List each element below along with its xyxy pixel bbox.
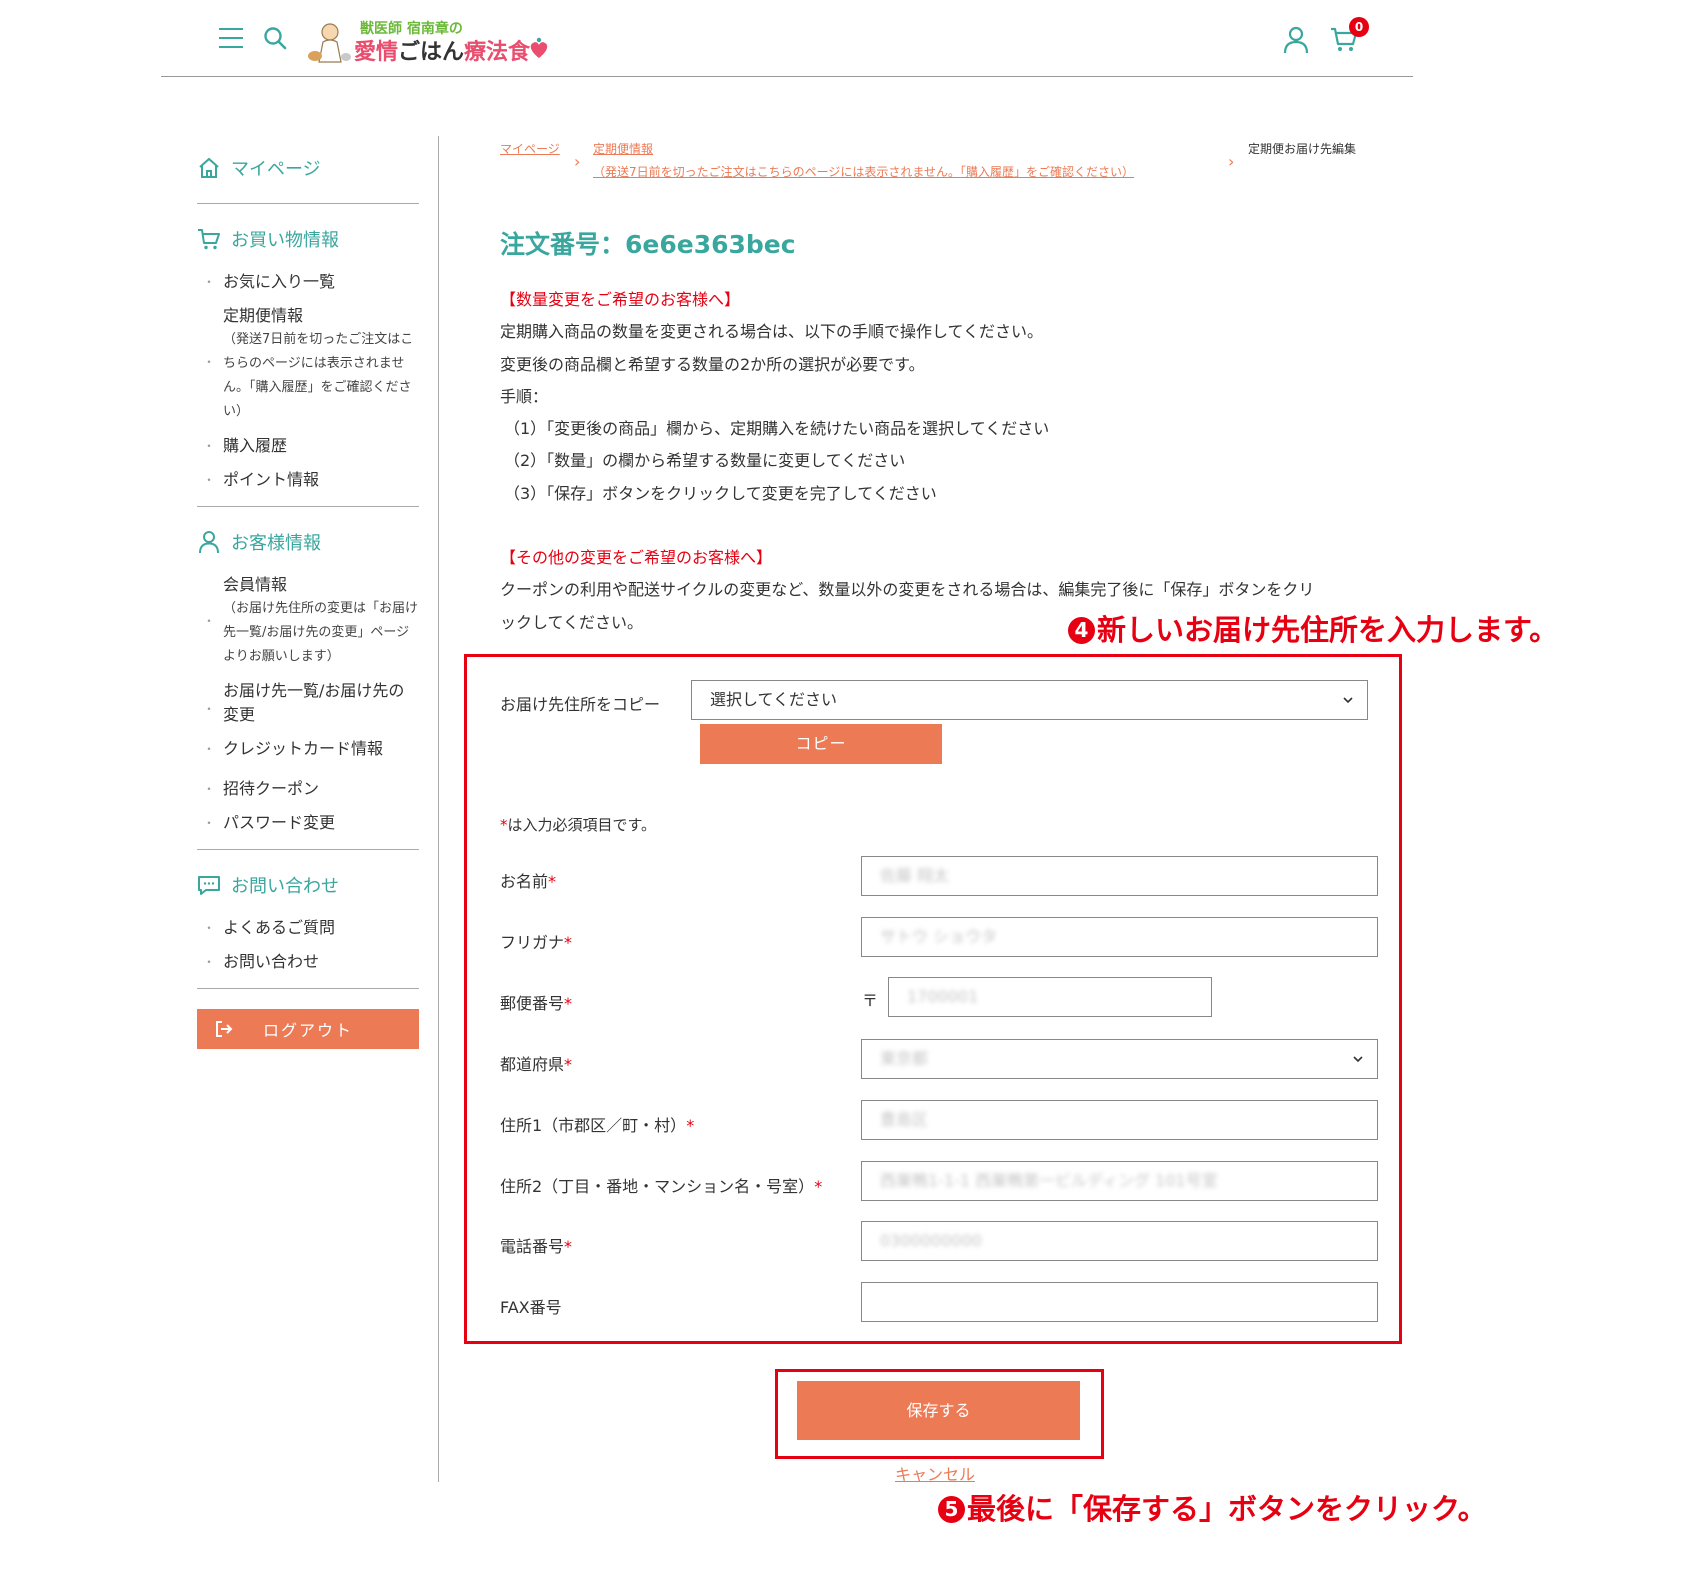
chevron-right-icon: › [574,152,581,171]
kana-label: フリガナ* [500,933,573,952]
name-label: お名前* [500,872,557,891]
sidebar-item-credit-card[interactable]: クレジットカード情報 [197,737,419,761]
chevron-right-icon: › [1228,152,1235,171]
qty-line: （1）「変更後の商品」欄から、定期購入を続けたい商品を選択してください [504,419,1050,439]
site-header: 獣医師 宿南章の 愛情ごはん療法食 0 [161,0,1413,77]
sidebar-separator [197,988,419,989]
sidebar-item-member-info[interactable]: 会員情報 （お届け先住所の変更は「お届け先一覧/お届け先の変更」ページよりお願い… [197,573,419,669]
address2-field[interactable]: 西巣鴨1-1-1 西巣鴨第一ビルディング 101号室 [861,1161,1378,1201]
step5-number: 5 [938,1496,965,1523]
sidebar-customer-label: お客様情報 [231,533,321,554]
sidebar-divider [438,136,439,1482]
chat-icon [198,876,220,895]
sidebar-separator [197,506,419,507]
step4-text: 新しいお届け先住所を入力します。 [1097,613,1559,647]
sidebar-mypage-label: マイページ [231,159,321,180]
qty-line: 変更後の商品欄と希望する数量の2か所の選択が必要です。 [500,354,925,374]
sidebar-contact-title: お問い合わせ [197,870,419,900]
sidebar-mypage-link[interactable]: マイページ [197,153,419,183]
instructions: 【数量変更をご希望のお客様へ】 定期購入商品の数量を変更される場合は、以下の手順… [500,284,1380,639]
step4-number: 4 [1068,617,1095,644]
sidebar-contact-list: よくあるご質問 お問い合わせ [197,916,419,974]
chevron-down-icon [1353,1056,1363,1063]
address1-field[interactable]: 豊島区 [861,1100,1378,1140]
cart-icon [198,229,220,250]
breadcrumb: マイページ › 定期便情報 （発送7日前を切ったご注文はこちらのページには表示さ… [500,140,1370,184]
other-heading: 【その他の変更をご希望のお客様へ】 [500,548,773,568]
qty-line: （2）「数量」の欄から希望する数量に変更してください [504,451,906,471]
sidebar-shopping-list: お気に入り一覧 定期便情報 （発送7日前を切ったご注文はこちらのページには表示さ… [197,270,419,492]
chevron-down-icon [1343,697,1353,704]
sidebar-item-contact[interactable]: お問い合わせ [197,950,419,974]
logout-button[interactable]: ログアウト [197,1009,419,1049]
address1-label: 住所1（市郡区／町・村）* [500,1116,695,1135]
cancel-link[interactable]: キャンセル [895,1461,975,1485]
breadcrumb-subscription-note[interactable]: （発送7日前を切ったご注文はこちらのページには表示されません。「購入履歴」をご確… [593,163,1134,180]
zip-field[interactable]: 1700001 [888,977,1212,1017]
sidebar-customer-title: お客様情報 [197,527,419,557]
required-note: *は入力必須項目です。 [500,816,657,834]
sidebar-separator [197,203,419,204]
site-logo[interactable]: 獣医師 宿南章の 愛情ごはん療法食 [306,16,556,66]
sidebar-item-favorites[interactable]: お気に入り一覧 [197,270,419,294]
search-icon[interactable] [262,25,288,51]
sidebar-contact-label: お問い合わせ [231,876,339,897]
vet-illustration-icon [308,23,351,63]
sidebar-shopping-title: お買い物情報 [197,224,419,254]
sidebar-item-purchase-history[interactable]: 購入履歴 [197,434,419,458]
step5-text: 最後に「保存する」ボタンをクリック。 [967,1492,1487,1526]
sidebar-item-password[interactable]: パスワード変更 [197,811,419,835]
tel-field[interactable]: 0300000000 [861,1221,1378,1261]
sidebar-shopping-label: お買い物情報 [231,230,339,251]
fax-field[interactable] [861,1282,1378,1322]
annotation-step5: 5 最後に「保存する」ボタンをクリック。 [938,1486,1487,1528]
sidebar-item-faq[interactable]: よくあるご質問 [197,916,419,940]
kana-field[interactable]: サトウ ショウタ [861,917,1378,957]
page-title: 注文番号：6e6e363bec [500,230,796,259]
tel-label: 電話番号* [500,1237,573,1256]
sidebar-item-subscription[interactable]: 定期便情報 （発送7日前を切ったご注文はこちらのページには表示されません。「購入… [197,304,419,424]
sidebar: マイページ お買い物情報 お気に入り一覧 定期便情報 （発送7日前を切ったご注文… [197,140,419,1049]
breadcrumb-current: 定期便お届け先編集 [1248,142,1357,156]
qty-line: 手順： [500,386,549,406]
cart-count-badge: 0 [1349,17,1369,37]
fax-label: FAX番号 [500,1298,562,1317]
user-icon[interactable] [1283,26,1309,54]
logo-title: 愛情ごはん療法食 [354,40,531,65]
qty-line: 定期購入商品の数量を変更される場合は、以下の手順で操作してください。 [500,322,1044,342]
user-icon [199,531,219,554]
member-note: （お届け先住所の変更は「お届け先一覧/お届け先の変更」ページよりお願いします） [223,601,419,664]
sidebar-item-points[interactable]: ポイント情報 [197,468,419,492]
subscription-note: （発送7日前を切ったご注文はこちらのページには表示されません。「購入履歴」をご確… [223,332,414,419]
annotation-step4: 4 新しいお届け先住所を入力します。 [1068,607,1558,649]
zip-prefix: 〒 [862,991,879,1010]
logout-label: ログアウト [263,1021,354,1040]
copy-button[interactable]: コピー [700,724,942,764]
copy-address-label: お届け先住所をコピー [500,695,661,714]
logout-icon [216,1021,233,1037]
qty-line: （3）「保存」ボタンをクリックして変更を完了してください [504,483,937,503]
sidebar-customer-list: 会員情報 （お届け先住所の変更は「お届け先一覧/お届け先の変更」ページよりお願い… [197,573,419,835]
name-field[interactable]: 佐藤 翔太 [861,856,1378,896]
home-icon [199,157,219,178]
menu-icon[interactable] [219,28,243,48]
qty-heading: 【数量変更をご希望のお客様へ】 [500,290,741,309]
copy-address-select[interactable]: 選択してください [691,680,1368,720]
prefecture-label: 都道府県* [500,1055,573,1074]
prefecture-select[interactable]: 東京都 [861,1039,1378,1079]
sidebar-item-invite-coupon[interactable]: 招待クーポン [197,777,419,801]
breadcrumb-mypage[interactable]: マイページ [500,140,560,157]
save-button[interactable]: 保存する [797,1381,1080,1440]
address2-label: 住所2（丁目・番地・マンション名・号室）* [500,1177,823,1196]
sidebar-item-addresses[interactable]: お届け先一覧/お届け先の変更 [197,679,419,727]
breadcrumb-subscription[interactable]: 定期便情報 [593,140,653,157]
zip-label: 郵便番号* [500,994,573,1013]
sidebar-separator [197,849,419,850]
other-line: クーポンの利用や配送サイクルの変更など、数量以外の変更をされる場合は、編集完了後… [500,580,1315,600]
heart-paw-icon [530,37,548,58]
